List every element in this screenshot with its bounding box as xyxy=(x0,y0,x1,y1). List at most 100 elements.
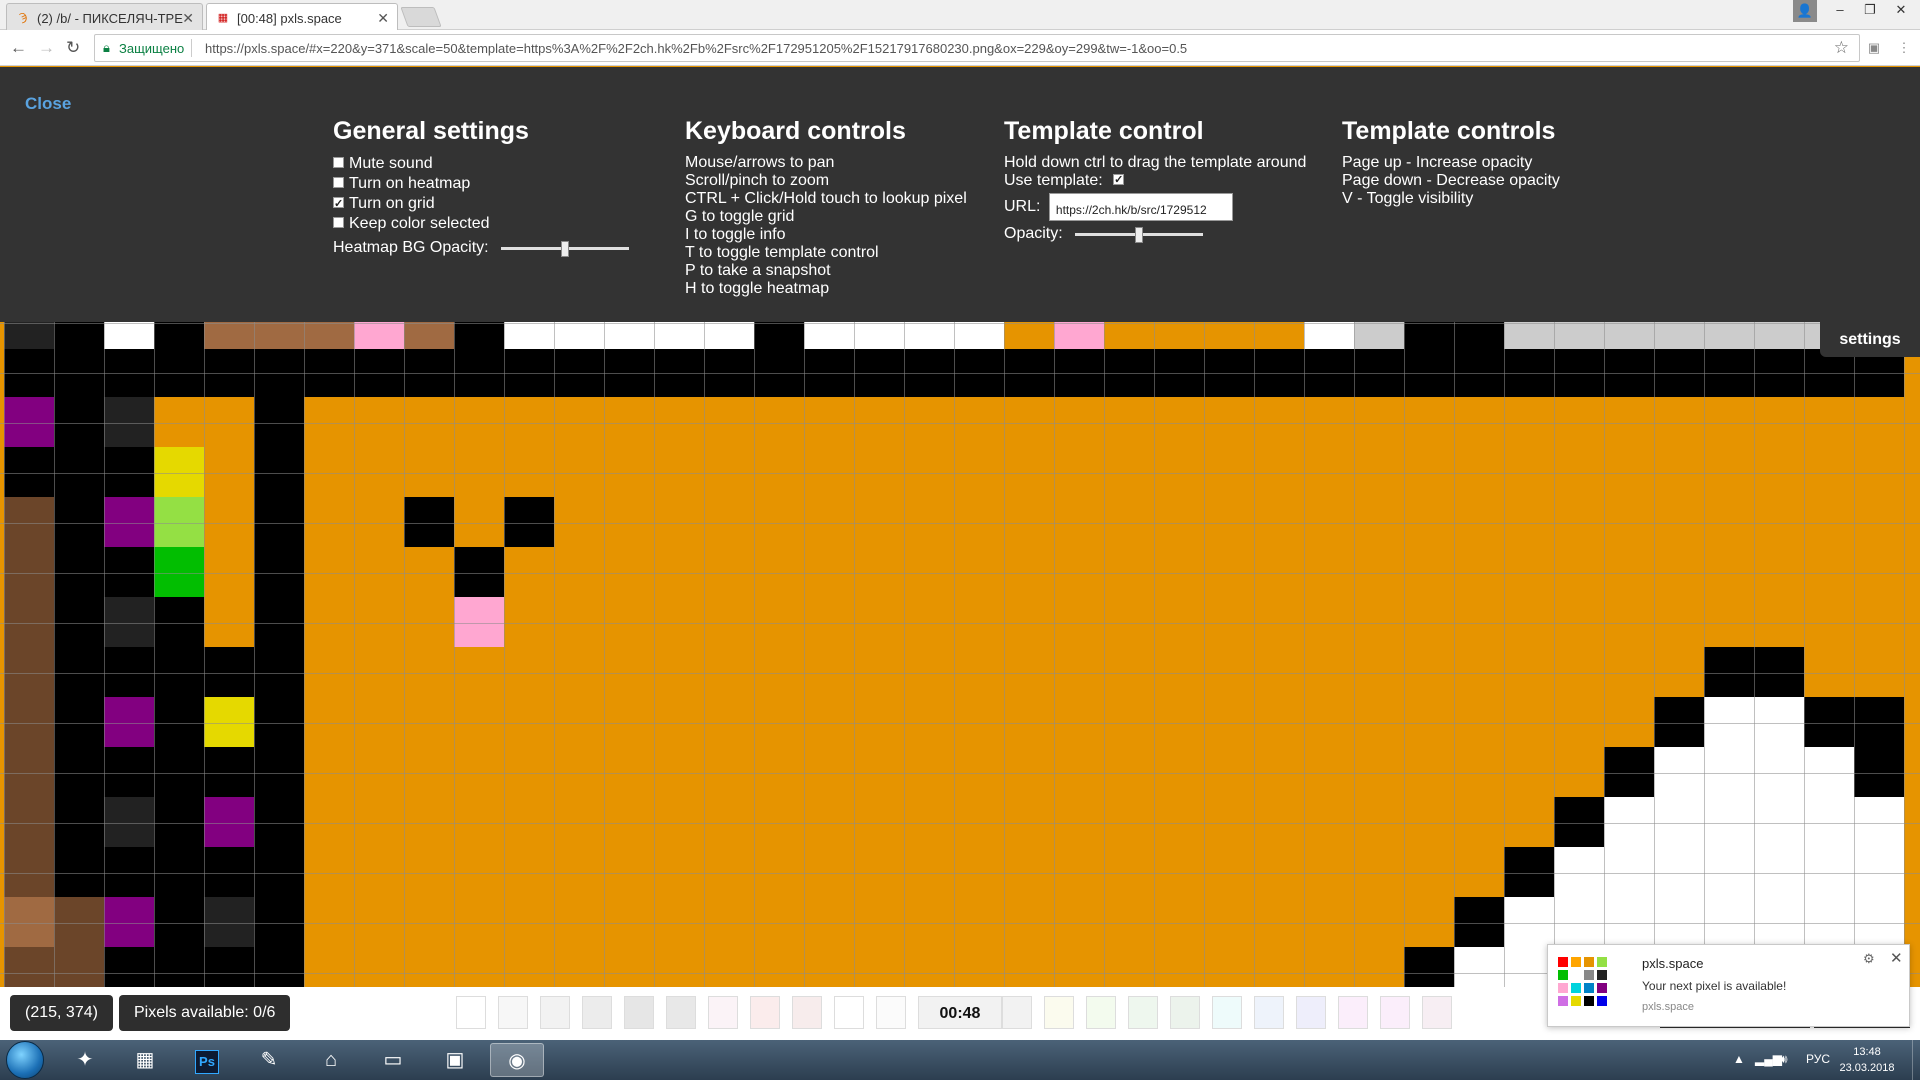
pixel[interactable] xyxy=(4,322,54,349)
pixel[interactable] xyxy=(1554,322,1604,349)
pixel[interactable] xyxy=(4,847,54,897)
pixel[interactable] xyxy=(1754,697,1804,747)
pixel[interactable] xyxy=(1754,847,1804,897)
pixel[interactable] xyxy=(1404,349,1454,397)
pixel[interactable] xyxy=(104,697,154,747)
pixel[interactable] xyxy=(1704,697,1754,747)
palette-swatch[interactable] xyxy=(1128,996,1158,1029)
pixel[interactable] xyxy=(1354,349,1404,397)
tab-2ch[interactable]: Ϡ (2) /b/ - ПИКСЕЛЯЧ-ТРЕ ✕ xyxy=(6,3,203,30)
pixel[interactable] xyxy=(4,797,54,847)
pixel[interactable] xyxy=(1804,747,1854,797)
pixel[interactable] xyxy=(4,497,54,547)
pixel[interactable] xyxy=(1504,847,1554,897)
palette-swatch[interactable] xyxy=(498,996,528,1029)
pixel[interactable] xyxy=(1604,897,1654,947)
pixel[interactable] xyxy=(754,322,804,349)
pixel[interactable] xyxy=(1754,897,1804,947)
calculator-icon[interactable]: ▦ xyxy=(118,1043,172,1077)
pixel[interactable] xyxy=(104,747,154,797)
pixel[interactable] xyxy=(54,847,104,897)
pixel[interactable] xyxy=(54,447,104,497)
palette-swatch[interactable] xyxy=(708,996,738,1029)
gear-icon[interactable]: ⚙ xyxy=(1863,951,1875,967)
pixel[interactable] xyxy=(554,349,604,397)
palette-swatch[interactable] xyxy=(456,996,486,1029)
pixel[interactable] xyxy=(1754,349,1804,397)
pixel[interactable] xyxy=(204,349,254,397)
forward-icon[interactable]: → xyxy=(38,38,55,58)
omnibox[interactable]: 🔒︎ Защищено https://pxls.space/#x=220&y=… xyxy=(94,34,1860,62)
pixel[interactable] xyxy=(104,349,154,397)
palette-swatch[interactable] xyxy=(1254,996,1284,1029)
pixel[interactable] xyxy=(1704,747,1754,797)
pixel[interactable] xyxy=(254,597,304,647)
pixel[interactable] xyxy=(1604,322,1654,349)
pixel[interactable] xyxy=(804,322,854,349)
pixel[interactable] xyxy=(1504,897,1554,947)
pixel[interactable] xyxy=(154,697,204,747)
pixel[interactable] xyxy=(4,897,54,947)
pixel[interactable] xyxy=(154,897,204,947)
heatmap-opacity-slider[interactable] xyxy=(501,240,630,257)
pixel[interactable] xyxy=(654,322,704,349)
pixel[interactable] xyxy=(1804,797,1854,847)
chrome-icon[interactable]: ◉ xyxy=(490,1043,544,1077)
signal-icon[interactable]: ▂▄▆ xyxy=(1755,1052,1782,1066)
pixel[interactable] xyxy=(1704,322,1754,349)
pixel[interactable] xyxy=(1054,322,1104,349)
pixel[interactable] xyxy=(1054,349,1104,397)
pixel[interactable] xyxy=(4,747,54,797)
pixel[interactable] xyxy=(104,397,154,447)
terminal-icon[interactable]: ▣ xyxy=(428,1043,482,1077)
pixel[interactable] xyxy=(454,349,504,397)
pixel[interactable] xyxy=(1654,897,1704,947)
pixel[interactable] xyxy=(4,447,54,497)
pixel[interactable] xyxy=(304,349,354,397)
pixel[interactable] xyxy=(54,747,104,797)
pixel[interactable] xyxy=(1804,897,1854,947)
pixel[interactable] xyxy=(1004,349,1054,397)
network-icon[interactable]: ⌂ xyxy=(304,1043,358,1077)
pixel[interactable] xyxy=(204,747,254,797)
pixel[interactable] xyxy=(1654,697,1704,747)
pixel[interactable] xyxy=(1854,747,1904,797)
pixel[interactable] xyxy=(154,847,204,897)
menu-icon[interactable]: ⋮ xyxy=(1896,40,1912,56)
pixel[interactable] xyxy=(154,597,204,647)
close-tab-icon[interactable]: ✕ xyxy=(182,10,194,27)
heatmap-option[interactable]: Turn on heatmap xyxy=(333,174,629,194)
pixel[interactable] xyxy=(1754,322,1804,349)
close-settings-button[interactable]: Close xyxy=(25,94,71,114)
clock[interactable]: 13:48 23.03.2018 xyxy=(1832,1044,1902,1076)
pixel[interactable] xyxy=(204,797,254,847)
pixel[interactable] xyxy=(904,322,954,349)
pixel[interactable] xyxy=(1504,349,1554,397)
pixel[interactable] xyxy=(204,847,254,897)
pixel[interactable] xyxy=(1454,897,1504,947)
pixel[interactable] xyxy=(104,897,154,947)
pixel[interactable] xyxy=(604,322,654,349)
language-indicator[interactable]: РУС xyxy=(1806,1052,1830,1066)
pixel[interactable] xyxy=(1604,847,1654,897)
pixel[interactable] xyxy=(954,349,1004,397)
pixel[interactable] xyxy=(4,647,54,697)
slider-thumb[interactable] xyxy=(1135,226,1144,243)
keep-color-option[interactable]: Keep color selected xyxy=(333,214,629,234)
start-button[interactable] xyxy=(6,1041,44,1079)
pixel[interactable] xyxy=(1654,747,1704,797)
pixel[interactable] xyxy=(104,447,154,497)
pixel[interactable] xyxy=(604,349,654,397)
pixel[interactable] xyxy=(104,322,154,349)
pixel[interactable] xyxy=(1704,349,1754,397)
pixel[interactable] xyxy=(404,322,454,349)
pixel[interactable] xyxy=(454,322,504,349)
pixel[interactable] xyxy=(204,897,254,947)
volume-icon[interactable]: 🔊︎ xyxy=(1780,1052,1788,1067)
pixel[interactable] xyxy=(54,597,104,647)
pixel[interactable] xyxy=(404,349,454,397)
palette-swatch[interactable] xyxy=(834,996,864,1029)
pixel[interactable] xyxy=(4,547,54,597)
minimize-button[interactable]: – xyxy=(1826,0,1854,20)
close-window-button[interactable]: ✕ xyxy=(1886,0,1916,20)
